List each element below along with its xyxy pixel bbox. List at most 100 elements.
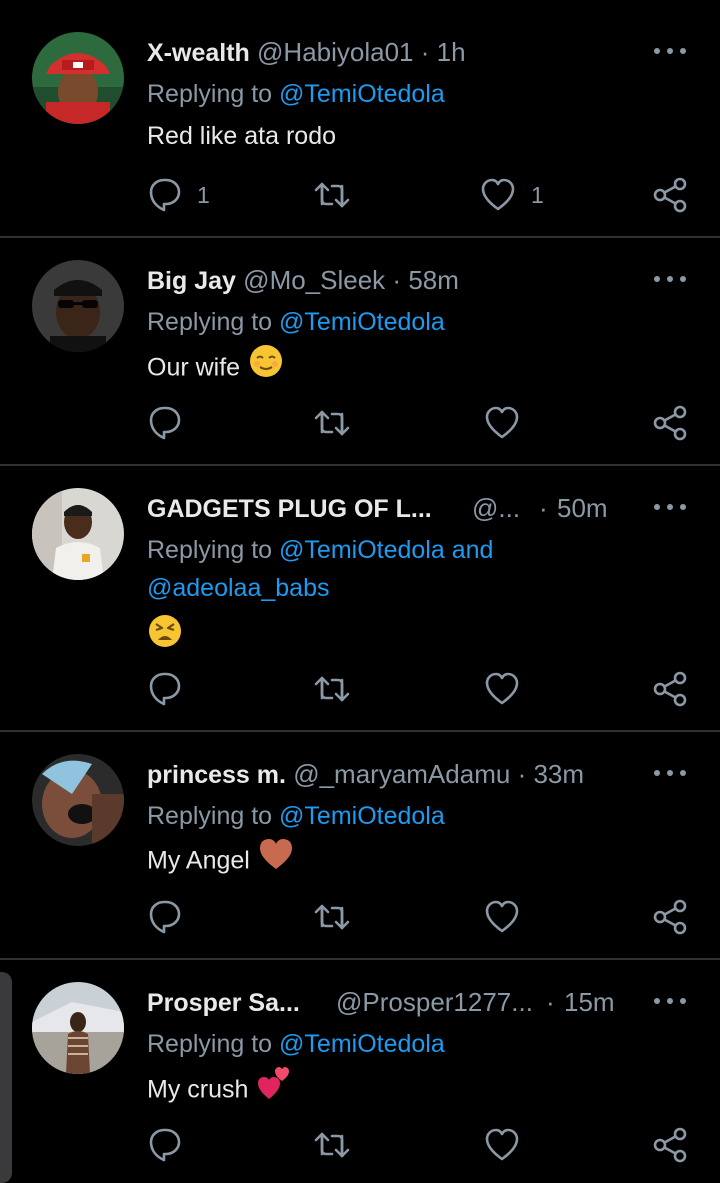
- tweet-4[interactable]: princess m. @_maryamAdamu · 33m Replying…: [0, 732, 720, 958]
- tweet-text: My crush: [147, 1065, 292, 1114]
- reply-button[interactable]: [145, 1126, 183, 1164]
- more-icon[interactable]: [653, 272, 687, 286]
- mention-link[interactable]: @TemiOtedola: [279, 80, 445, 108]
- avatar[interactable]: [32, 982, 124, 1074]
- tweet-5[interactable]: Prosper Sa... @Prosper1277... · 15m Repl…: [0, 960, 720, 1183]
- avatar[interactable]: [32, 32, 124, 124]
- tweet-text-content: My Angel: [147, 846, 250, 875]
- retweet-button[interactable]: [313, 898, 351, 936]
- like-button[interactable]: 1: [479, 176, 544, 214]
- reply-button[interactable]: [145, 670, 183, 708]
- heart-icon: [483, 404, 521, 442]
- separator-dot: ·: [392, 265, 402, 295]
- user-handle[interactable]: @Prosper1277...: [336, 985, 533, 1019]
- reply-icon: [145, 176, 183, 214]
- tweet-text-content: Our wife: [147, 353, 241, 382]
- timestamp[interactable]: 50m: [557, 491, 608, 525]
- two-hearts-emoji: [256, 1065, 292, 1111]
- tweet-1[interactable]: X-wealth @Habiyola01 · 1h Replying to @T…: [0, 0, 720, 236]
- like-button[interactable]: [483, 670, 521, 708]
- mention-link[interactable]: @TemiOtedola: [279, 802, 445, 830]
- user-handle[interactable]: @_maryamAdamu: [293, 759, 510, 789]
- retweet-button[interactable]: [313, 176, 351, 214]
- retweet-icon: [313, 670, 351, 708]
- like-button[interactable]: [483, 404, 521, 442]
- like-button[interactable]: [483, 898, 521, 936]
- retweet-icon: [313, 1126, 351, 1164]
- avatar[interactable]: [32, 754, 124, 846]
- timestamp[interactable]: 58m: [408, 265, 459, 295]
- share-button[interactable]: [652, 1126, 690, 1164]
- mention-link[interactable]: @TemiOtedola and: [279, 536, 493, 564]
- more-icon[interactable]: [653, 44, 687, 58]
- tweet-header: Big Jay @Mo_Sleek · 58m: [147, 263, 459, 298]
- replying-to: Replying to @TemiOtedola: [147, 799, 445, 833]
- share-button[interactable]: [652, 176, 690, 214]
- replying-to: Replying to @TemiOtedola: [147, 305, 445, 339]
- tired-face-emoji: [147, 613, 183, 654]
- display-name[interactable]: GADGETS PLUG OF L...: [147, 495, 432, 523]
- avatar[interactable]: [32, 488, 124, 580]
- replying-to-prefix: Replying to: [147, 308, 280, 336]
- avatar[interactable]: [32, 260, 124, 352]
- display-name[interactable]: X-wealth: [147, 39, 250, 67]
- retweet-button[interactable]: [313, 404, 351, 442]
- heart-icon: [483, 1126, 521, 1164]
- share-button[interactable]: [652, 404, 690, 442]
- retweet-icon: [313, 898, 351, 936]
- replying-to-prefix: Replying to: [147, 1030, 280, 1058]
- retweet-icon: [313, 404, 351, 442]
- display-name[interactable]: princess m.: [147, 761, 286, 789]
- tweet-text: Red like ata rodo: [147, 118, 336, 154]
- share-icon: [652, 404, 690, 442]
- share-button[interactable]: [652, 670, 690, 708]
- heart-icon: [479, 176, 517, 214]
- mention-link[interactable]: @TemiOtedola: [279, 1030, 445, 1058]
- relieved-face-emoji: [248, 343, 284, 389]
- more-icon[interactable]: [653, 766, 687, 780]
- retweet-button[interactable]: [313, 670, 351, 708]
- separator-dot: ·: [517, 759, 527, 789]
- reply-icon: [145, 1126, 183, 1164]
- scrollbar-thumb[interactable]: [0, 972, 12, 1183]
- tweet-2[interactable]: Big Jay @Mo_Sleek · 58m Replying to @Tem…: [0, 238, 720, 464]
- display-name[interactable]: Big Jay: [147, 267, 236, 295]
- brown-heart-emoji: [258, 837, 294, 881]
- timestamp[interactable]: 1h: [437, 37, 466, 67]
- tweet-text: Our wife: [147, 343, 284, 392]
- reply-icon: [145, 670, 183, 708]
- more-icon[interactable]: [653, 500, 687, 514]
- replying-to-prefix: Replying to: [147, 802, 280, 830]
- share-icon: [652, 670, 690, 708]
- separator-dot: ·: [546, 987, 555, 1017]
- tweet-text-content: My crush: [147, 1075, 249, 1104]
- reply-button[interactable]: [145, 404, 183, 442]
- tweet-3[interactable]: GADGETS PLUG OF L... @... · 50m Replying…: [0, 466, 720, 730]
- mention-link-2[interactable]: @adeolaa_babs: [147, 571, 329, 605]
- retweet-button[interactable]: [313, 1126, 351, 1164]
- tweet-text: My Angel: [147, 837, 294, 884]
- heart-icon: [483, 898, 521, 936]
- reply-icon: [145, 404, 183, 442]
- replying-to: Replying to @TemiOtedola: [147, 77, 445, 111]
- tweet-header: X-wealth @Habiyola01 · 1h: [147, 35, 466, 70]
- timestamp[interactable]: 33m: [533, 759, 584, 789]
- like-button[interactable]: [483, 1126, 521, 1164]
- replying-to: Replying to @TemiOtedola and: [147, 533, 493, 567]
- user-handle[interactable]: @Mo_Sleek: [243, 265, 385, 295]
- user-handle[interactable]: @Habiyola01: [257, 37, 413, 67]
- share-button[interactable]: [652, 898, 690, 936]
- more-icon[interactable]: [653, 994, 687, 1008]
- mention-link[interactable]: @TemiOtedola: [279, 308, 445, 336]
- reply-button[interactable]: [145, 898, 183, 936]
- reply-button[interactable]: 1: [145, 176, 210, 214]
- display-name[interactable]: Prosper Sa...: [147, 989, 300, 1017]
- user-handle[interactable]: @...: [472, 491, 520, 525]
- share-icon: [652, 176, 690, 214]
- replying-to: Replying to @TemiOtedola: [147, 1027, 445, 1061]
- tweet-header: GADGETS PLUG OF L... @... · 50m: [147, 491, 647, 526]
- separator-dot: ·: [420, 37, 430, 67]
- share-icon: [652, 898, 690, 936]
- replying-to-prefix: Replying to: [147, 536, 280, 564]
- timestamp[interactable]: 15m: [564, 985, 615, 1019]
